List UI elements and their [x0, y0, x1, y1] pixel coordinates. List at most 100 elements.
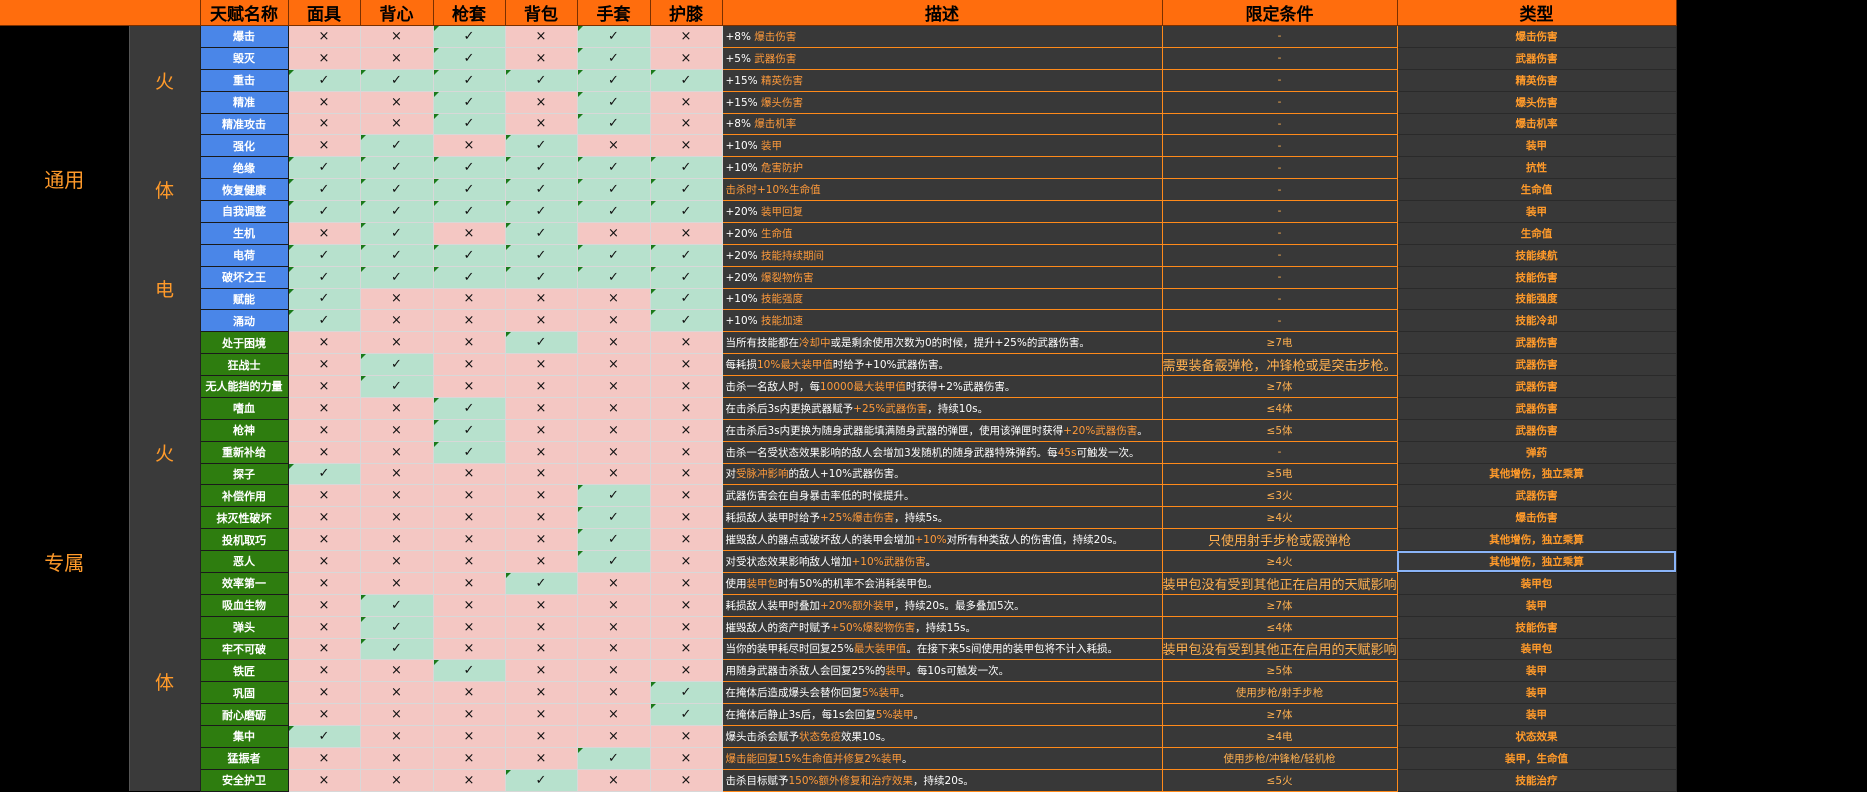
restriction-condition[interactable]: ≥7电 [1161, 331, 1398, 355]
talent-type[interactable]: 装甲 [1396, 703, 1677, 726]
talent-type[interactable]: 武器伤害 [1396, 396, 1677, 420]
talent-type[interactable]: 武器伤害 [1396, 484, 1677, 508]
talent-description[interactable]: 击杀一名敌人时，每10000最大装甲值时获得+2%武器伤害。 [721, 375, 1163, 398]
talent-type[interactable]: 武器伤害 [1396, 331, 1677, 355]
cross-mark-icon[interactable]: × [359, 571, 434, 595]
talent-type[interactable]: 状态效果 [1396, 725, 1677, 748]
cross-mark-icon[interactable]: × [576, 593, 651, 617]
cross-mark-icon[interactable]: × [576, 681, 651, 705]
talent-name[interactable]: 无人能挡的力量 [199, 375, 289, 398]
talent-description[interactable]: +15% 爆头伤害 [721, 91, 1163, 114]
check-mark-icon[interactable]: ✓ [359, 353, 434, 376]
cross-mark-icon[interactable]: × [576, 703, 651, 726]
check-mark-icon[interactable]: ✓ [287, 309, 361, 333]
talent-name[interactable]: 嗜血 [199, 396, 289, 420]
cross-mark-icon[interactable]: × [649, 528, 723, 551]
cross-mark-icon[interactable]: × [504, 637, 578, 661]
cross-mark-icon[interactable]: × [649, 659, 723, 683]
cross-mark-icon[interactable]: × [287, 418, 361, 442]
check-mark-icon[interactable]: ✓ [576, 243, 651, 267]
talent-description[interactable]: +10% 装甲 [721, 134, 1163, 158]
cross-mark-icon[interactable]: × [504, 659, 578, 683]
talent-type[interactable]: 装甲包 [1396, 571, 1677, 595]
cross-mark-icon[interactable]: × [359, 90, 434, 114]
check-mark-icon[interactable]: ✓ [504, 571, 578, 595]
cross-mark-icon[interactable]: × [576, 462, 651, 486]
restriction-condition[interactable]: ≤4体 [1161, 616, 1398, 639]
talent-name[interactable]: 效率第一 [199, 571, 289, 595]
cross-mark-icon[interactable]: × [432, 221, 506, 245]
check-mark-icon[interactable]: ✓ [432, 112, 506, 136]
cross-mark-icon[interactable]: × [649, 593, 723, 617]
cross-mark-icon[interactable]: × [649, 462, 723, 486]
cross-mark-icon[interactable]: × [359, 768, 434, 792]
cross-mark-icon[interactable]: × [576, 725, 651, 748]
cross-mark-icon[interactable]: × [504, 353, 578, 376]
check-mark-icon[interactable]: ✓ [576, 550, 651, 573]
talent-type[interactable]: 装甲包 [1396, 637, 1677, 661]
talent-name[interactable]: 探子 [199, 462, 289, 486]
cross-mark-icon[interactable]: × [649, 484, 723, 508]
check-mark-icon[interactable]: ✓ [287, 68, 361, 92]
cross-mark-icon[interactable]: × [504, 462, 578, 486]
talent-type[interactable]: 技能续航 [1396, 243, 1677, 267]
restriction-condition[interactable]: - [1161, 309, 1398, 333]
talent-description[interactable]: 击杀时+10%生命值 [721, 178, 1163, 201]
cross-mark-icon[interactable]: × [649, 768, 723, 792]
talent-name[interactable]: 吸血生物 [199, 593, 289, 617]
restriction-condition[interactable]: ≥4火 [1161, 506, 1398, 530]
cross-mark-icon[interactable]: × [432, 484, 506, 508]
talent-type[interactable]: 其他增伤，独立乘算 [1396, 550, 1677, 573]
talent-type[interactable]: 爆头伤害 [1396, 90, 1677, 114]
cross-mark-icon[interactable]: × [359, 46, 434, 70]
check-mark-icon[interactable]: ✓ [649, 681, 723, 705]
cross-mark-icon[interactable]: × [576, 287, 651, 311]
talent-type[interactable]: 技能伤害 [1396, 265, 1677, 289]
check-mark-icon[interactable]: ✓ [504, 331, 578, 355]
talent-name[interactable]: 电荷 [199, 243, 289, 267]
cross-mark-icon[interactable]: × [649, 46, 723, 70]
cross-mark-icon[interactable]: × [432, 703, 506, 726]
cross-mark-icon[interactable]: × [359, 659, 434, 683]
talent-description[interactable]: +10% 危害防护 [721, 156, 1163, 180]
cross-mark-icon[interactable]: × [359, 506, 434, 530]
talent-name[interactable]: 耐心磨砺 [199, 703, 289, 726]
cross-mark-icon[interactable]: × [649, 746, 723, 770]
talent-description[interactable]: 击杀目标赋予150%额外修复和治疗效果，持续20s。 [721, 769, 1163, 792]
cross-mark-icon[interactable]: × [359, 112, 434, 136]
check-mark-icon[interactable]: ✓ [576, 156, 651, 180]
check-mark-icon[interactable]: ✓ [576, 46, 651, 70]
restriction-condition[interactable]: ≥5电 [1161, 463, 1398, 486]
cross-mark-icon[interactable]: × [287, 659, 361, 683]
talent-name[interactable]: 集中 [199, 725, 289, 748]
talent-description[interactable]: +20% 技能持续期间 [721, 244, 1163, 267]
cross-mark-icon[interactable]: × [504, 725, 578, 748]
restriction-condition[interactable]: 装甲包没有受到其他正在启用的天赋影响 [1161, 572, 1398, 595]
talent-type[interactable]: 生命值 [1396, 178, 1677, 201]
talent-type[interactable]: 精英伤害 [1396, 68, 1677, 92]
cross-mark-icon[interactable]: × [649, 637, 723, 661]
talent-name[interactable]: 生机 [199, 221, 289, 245]
talent-type[interactable]: 抗性 [1396, 156, 1677, 180]
restriction-condition[interactable]: - [1161, 91, 1398, 114]
cross-mark-icon[interactable]: × [432, 550, 506, 573]
check-mark-icon[interactable]: ✓ [359, 134, 434, 158]
talent-name[interactable]: 赋能 [199, 287, 289, 311]
cross-mark-icon[interactable]: × [432, 134, 506, 158]
cross-mark-icon[interactable]: × [649, 375, 723, 398]
cross-mark-icon[interactable]: × [504, 375, 578, 398]
cross-mark-icon[interactable]: × [287, 550, 361, 573]
cross-mark-icon[interactable]: × [649, 25, 723, 48]
cross-mark-icon[interactable]: × [576, 375, 651, 398]
restriction-condition[interactable]: 只使用射手步枪或霰弹枪 [1161, 528, 1398, 551]
talent-name[interactable]: 破坏之王 [199, 265, 289, 289]
check-mark-icon[interactable]: ✓ [287, 265, 361, 289]
talent-type[interactable]: 爆击伤害 [1396, 506, 1677, 530]
cross-mark-icon[interactable]: × [576, 134, 651, 158]
cross-mark-icon[interactable]: × [432, 593, 506, 617]
talent-type[interactable]: 技能强度 [1396, 287, 1677, 311]
talent-type[interactable]: 装甲 [1396, 200, 1677, 223]
check-mark-icon[interactable]: ✓ [359, 178, 434, 201]
talent-type[interactable]: 装甲 [1396, 659, 1677, 683]
check-mark-icon[interactable]: ✓ [576, 746, 651, 770]
